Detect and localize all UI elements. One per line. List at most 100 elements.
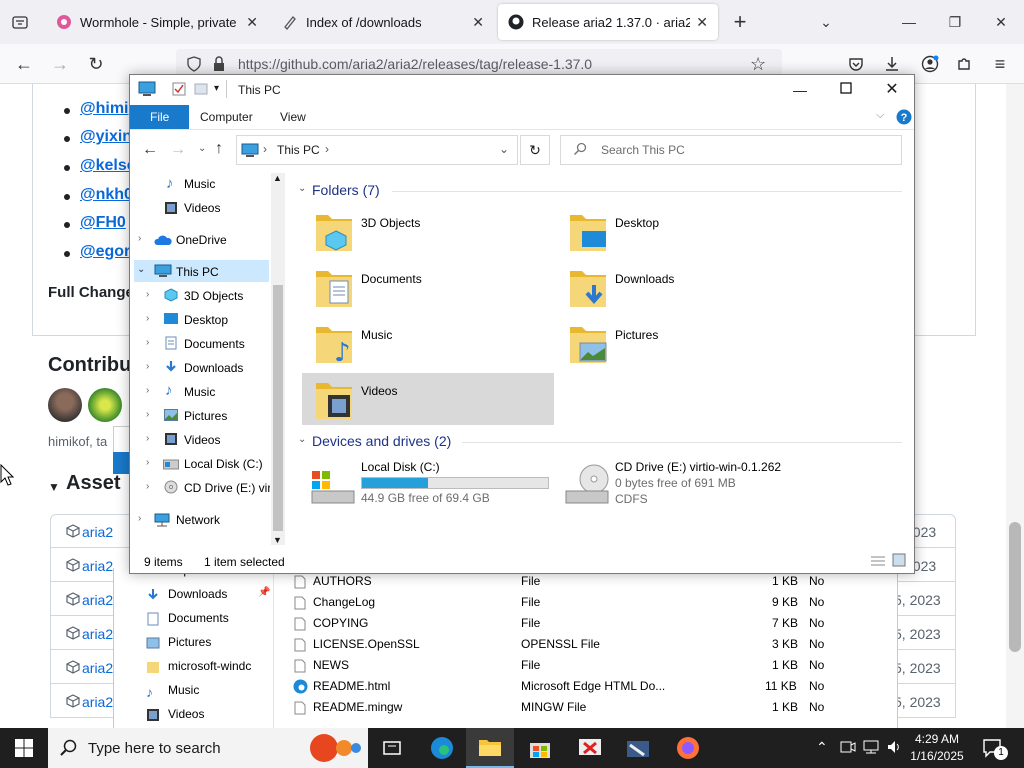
drive-name[interactable]: CD Drive (E:) virtio-win-0.1.262: [615, 460, 781, 474]
minimize-icon[interactable]: —: [780, 77, 820, 103]
asset-link[interactable]: aria2: [82, 524, 113, 540]
asset-link[interactable]: aria2: [82, 626, 113, 642]
folder-desktop-icon[interactable]: [568, 209, 608, 256]
new-folder-icon[interactable]: [194, 82, 208, 99]
terminal-app-icon[interactable]: [614, 728, 662, 768]
drive-name[interactable]: Local Disk (C:): [361, 460, 440, 474]
forward-arrow-icon[interactable]: →: [48, 52, 72, 76]
task-view-icon[interactable]: [368, 728, 416, 768]
folders-group-header[interactable]: Folders (7): [312, 182, 380, 198]
folder-downloads-icon[interactable]: [568, 265, 608, 312]
downloads-icon[interactable]: [880, 52, 904, 76]
bg-nav-item-videos[interactable]: Videos: [168, 707, 204, 721]
nav-item-downloads[interactable]: Downloads: [184, 361, 243, 375]
nav-item-music[interactable]: Music: [184, 385, 215, 399]
folder-videos-icon[interactable]: [314, 377, 354, 424]
up-arrow-icon[interactable]: ↑: [215, 140, 223, 158]
nav-item-this-pc[interactable]: This PC: [176, 265, 219, 279]
expand-chevron-icon[interactable]: ›: [146, 289, 149, 300]
bg-nav-item-downloads[interactable]: Downloads: [168, 587, 227, 601]
folder-name[interactable]: 3D Objects: [361, 216, 420, 230]
help-icon[interactable]: ?: [896, 109, 912, 128]
tray-chevron-icon[interactable]: ⌃: [816, 739, 828, 756]
extensions-icon[interactable]: [952, 52, 976, 76]
contributor-link[interactable]: @himi: [80, 100, 129, 118]
nav-item-desktop[interactable]: Desktop: [184, 313, 228, 327]
forward-arrow-icon[interactable]: →: [170, 141, 186, 159]
bg-nav-item-documents[interactable]: Documents: [168, 611, 229, 625]
bg-nav-item-music[interactable]: Music: [168, 683, 199, 697]
ribbon-expand-icon[interactable]: ⌵: [876, 109, 884, 122]
file-name[interactable]: LICENSE.OpenSSL: [313, 637, 420, 651]
file-name[interactable]: COPYING: [313, 616, 368, 630]
file-name[interactable]: AUTHORS: [313, 574, 372, 588]
windows-start-icon[interactable]: [0, 728, 48, 768]
devices-group-header[interactable]: Devices and drives (2): [312, 433, 451, 449]
file-name[interactable]: README.html: [313, 679, 390, 693]
ribbon-tab-file[interactable]: File: [130, 105, 190, 129]
expand-chevron-icon[interactable]: ›: [138, 233, 141, 244]
folder-name[interactable]: Downloads: [615, 272, 674, 286]
nav-item-videos[interactable]: Videos: [184, 201, 220, 215]
nav-item-pictures[interactable]: Pictures: [184, 409, 227, 423]
avatar[interactable]: [48, 388, 82, 422]
breadcrumb-this-pc[interactable]: This PC: [277, 143, 320, 157]
back-arrow-icon[interactable]: ←: [142, 141, 158, 159]
menu-icon[interactable]: ≡: [988, 52, 1012, 76]
back-arrow-icon[interactable]: ←: [12, 52, 36, 76]
expand-chevron-icon[interactable]: ›: [146, 337, 149, 348]
expand-chevron-icon[interactable]: ›: [146, 361, 149, 372]
contributor-link[interactable]: @egor: [80, 243, 130, 261]
asset-link[interactable]: aria2: [82, 694, 113, 710]
close-icon[interactable]: ✕: [872, 77, 912, 103]
bg-nav-item-pictures[interactable]: Pictures: [168, 635, 211, 649]
ribbon-tab-view[interactable]: View: [266, 105, 320, 129]
nav-item-network[interactable]: Network: [176, 513, 220, 527]
asset-link[interactable]: aria2: [82, 592, 113, 608]
shield-icon[interactable]: [186, 56, 202, 75]
nav-item-videos[interactable]: Videos: [184, 433, 220, 447]
maximize-icon[interactable]: [826, 77, 866, 103]
expand-chevron-icon[interactable]: ›: [146, 313, 149, 324]
scroll-down-icon[interactable]: ▼: [273, 535, 282, 545]
firefox-icon[interactable]: [664, 728, 712, 768]
network-tray-icon[interactable]: [862, 740, 880, 757]
expand-chevron-icon[interactable]: ›: [146, 409, 149, 420]
expand-chevron-icon[interactable]: ›: [146, 457, 149, 468]
refresh-icon[interactable]: ↻: [520, 135, 550, 165]
asset-link[interactable]: aria2: [82, 660, 113, 676]
account-icon[interactable]: [918, 52, 942, 76]
meet-icon[interactable]: [840, 740, 856, 757]
scroll-up-icon[interactable]: ▲: [273, 173, 282, 183]
file-name[interactable]: NEWS: [313, 658, 349, 672]
breadcrumb-chevron-icon[interactable]: ›: [325, 142, 329, 156]
tab-github-release[interactable]: Release aria2 1.37.0 · aria2/aria2 ✕: [498, 4, 718, 40]
expand-chevron-icon[interactable]: ›: [138, 513, 141, 524]
search-box[interactable]: Search This PC: [560, 135, 902, 165]
nav-item-music[interactable]: Music: [184, 177, 215, 191]
close-tab-icon[interactable]: ✕: [246, 14, 258, 31]
bg-nav-item-folder[interactable]: microsoft-windc: [168, 659, 254, 673]
edge-icon[interactable]: [418, 728, 466, 768]
group-collapse-icon[interactable]: ⌄: [298, 183, 306, 194]
triangle-down-icon[interactable]: ▼: [48, 480, 60, 494]
asset-link[interactable]: aria2: [82, 558, 113, 574]
nav-scrollbar-thumb[interactable]: [273, 285, 283, 531]
store-icon[interactable]: [516, 728, 564, 768]
folder-name[interactable]: Music: [361, 328, 392, 342]
ribbon-tab-computer[interactable]: Computer: [186, 105, 267, 129]
tab-wormhole[interactable]: Wormhole - Simple, private file ✕: [46, 4, 268, 40]
folder-documents-icon[interactable]: [314, 265, 354, 312]
folder-name[interactable]: Pictures: [615, 328, 658, 342]
contributor-link[interactable]: @FH0: [80, 214, 126, 232]
folder-name[interactable]: Documents: [361, 272, 422, 286]
nav-item-documents[interactable]: Documents: [184, 337, 245, 351]
volume-icon[interactable]: [886, 739, 902, 758]
collapse-chevron-icon[interactable]: ⌄: [137, 264, 145, 275]
taskbar-search-box[interactable]: Type here to search: [48, 728, 368, 768]
chevron-down-icon[interactable]: ⌄: [814, 10, 838, 34]
recent-locations-icon[interactable]: ⌄: [198, 143, 206, 154]
page-scrollbar-thumb[interactable]: [1009, 522, 1021, 652]
nav-item-onedrive[interactable]: OneDrive: [176, 233, 227, 247]
folder-pictures-icon[interactable]: [568, 321, 608, 368]
